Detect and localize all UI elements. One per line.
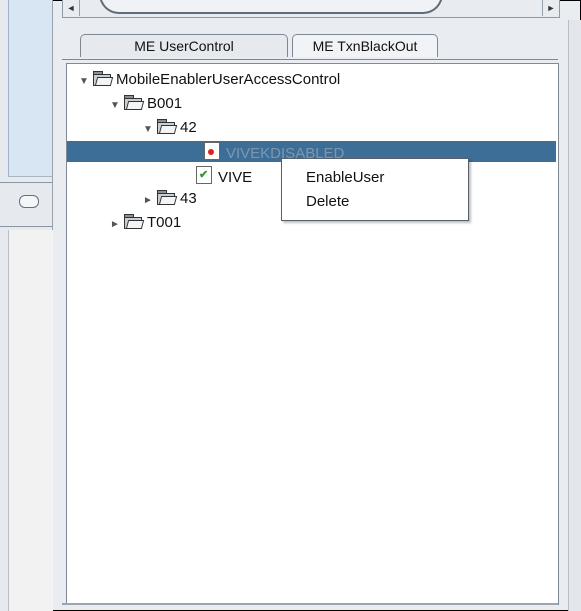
tree-node-root[interactable]: ▼ MobileEnablerUserAccessControl xyxy=(79,70,340,90)
expand-arrow-icon[interactable]: ▼ xyxy=(143,120,157,140)
horizontal-scrollbar[interactable]: ◄ ► xyxy=(62,0,560,18)
bottom-border xyxy=(62,603,558,605)
tree-node-b001[interactable]: ▼ B001 xyxy=(110,94,182,114)
scrollbar-thumb[interactable] xyxy=(99,0,443,14)
left-pane-lower xyxy=(8,230,53,611)
tree-node-label: T001 xyxy=(147,214,182,231)
tree-node-label: B001 xyxy=(147,95,183,112)
folder-open-icon xyxy=(93,71,114,86)
tree-node-label: MobileEnablerUserAccessControl xyxy=(116,71,341,88)
tree-node-43[interactable]: ► 43 xyxy=(143,189,197,209)
folder-closed-icon xyxy=(157,190,178,205)
collapse-arrow-icon[interactable]: ► xyxy=(143,191,157,211)
tree-node-label: 42 xyxy=(180,119,197,136)
tab-me-txnblackout[interactable]: ME TxnBlackOut xyxy=(292,34,438,57)
scroll-right-arrow-icon[interactable]: ► xyxy=(542,0,559,16)
enabled-user-icon: ✔ xyxy=(196,166,212,184)
divider xyxy=(0,226,52,227)
tab-underline xyxy=(62,59,558,60)
context-menu: EnableUser Delete xyxy=(281,158,469,221)
tree-node-label: VIVE xyxy=(218,169,253,186)
tree-node-vive[interactable]: ✔ VIVE xyxy=(196,166,252,186)
tree-node-t001[interactable]: ► T001 xyxy=(110,213,181,233)
tree-node-label: 43 xyxy=(180,190,197,207)
scroll-left-arrow-icon[interactable]: ◄ xyxy=(63,0,80,16)
folder-closed-icon xyxy=(124,214,145,229)
folder-open-icon xyxy=(157,119,178,134)
tree-node-42[interactable]: ▼ 42 xyxy=(143,118,197,138)
expand-arrow-icon[interactable]: ▼ xyxy=(110,96,124,116)
collapse-toggle-icon[interactable] xyxy=(19,195,39,208)
collapse-arrow-icon[interactable]: ► xyxy=(110,215,124,235)
folder-open-icon xyxy=(124,95,145,110)
tab-me-usercontrol[interactable]: ME UserControl xyxy=(80,34,288,57)
expand-arrow-icon[interactable]: ▼ xyxy=(79,72,93,92)
right-edge xyxy=(568,20,581,611)
tab-strip: ME UserControl ME TxnBlackOut xyxy=(62,24,558,64)
menu-item-delete[interactable]: Delete xyxy=(306,191,349,213)
disabled-user-icon xyxy=(204,142,220,160)
divider xyxy=(0,182,52,183)
left-pane-upper xyxy=(8,0,52,177)
left-pane xyxy=(0,0,53,611)
menu-item-enable-user[interactable]: EnableUser xyxy=(306,167,384,189)
